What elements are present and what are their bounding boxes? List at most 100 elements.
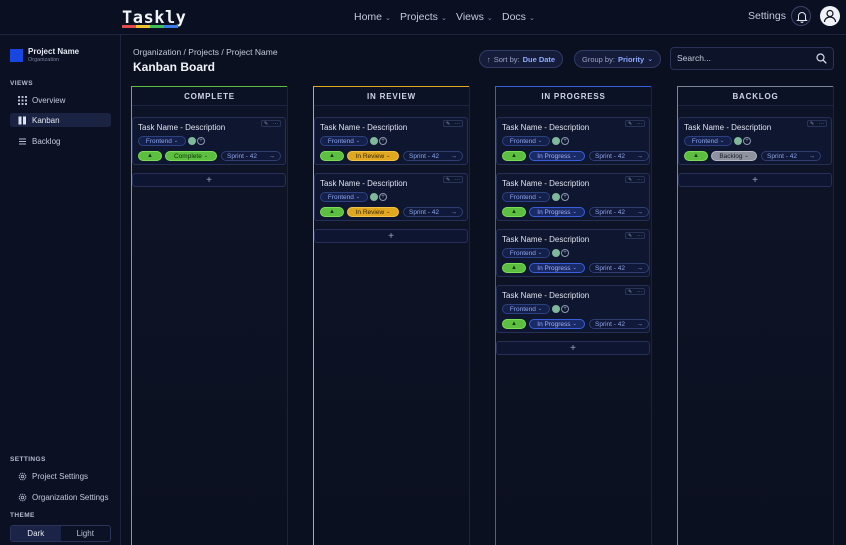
task-title[interactable]: Task Name - Description bbox=[138, 123, 225, 132]
more-icon[interactable]: ··· bbox=[637, 233, 642, 239]
more-icon[interactable]: ··· bbox=[455, 121, 460, 127]
add-assignee-icon[interactable]: + bbox=[561, 193, 569, 201]
sprint-chip[interactable]: Sprint - 42 → bbox=[589, 319, 649, 329]
card-tools[interactable]: ✎ ··· bbox=[625, 232, 645, 239]
priority-chip[interactable]: ▲ bbox=[138, 151, 162, 161]
task-card[interactable]: Task Name - Description ✎ ··· Frontend ⌄ +… bbox=[314, 173, 468, 221]
tag-chip[interactable]: Frontend ⌄ bbox=[684, 136, 732, 146]
task-card[interactable]: Task Name - Description ✎ ··· Frontend ⌄ +… bbox=[496, 173, 650, 221]
task-title[interactable]: Task Name - Description bbox=[502, 235, 589, 244]
priority-chip[interactable]: ▲ bbox=[320, 151, 344, 161]
add-assignee-icon[interactable]: + bbox=[561, 137, 569, 145]
edit-icon[interactable]: ✎ bbox=[628, 121, 632, 127]
task-title[interactable]: Task Name - Description bbox=[502, 123, 589, 132]
more-icon[interactable]: ··· bbox=[273, 121, 278, 127]
card-tools[interactable]: ✎ ··· bbox=[443, 120, 463, 127]
sprint-chip[interactable]: Sprint - 42 → bbox=[589, 151, 649, 161]
task-card[interactable]: Task Name - Description ✎ ··· Frontend ⌄ +… bbox=[678, 117, 832, 165]
assignee-avatar[interactable] bbox=[734, 137, 742, 145]
nav-projects[interactable]: Projects ⌄ bbox=[400, 11, 447, 23]
priority-chip[interactable]: ▲ bbox=[502, 263, 526, 273]
task-card[interactable]: Task Name - Description ✎ ··· Frontend ⌄ +… bbox=[314, 117, 468, 165]
status-chip[interactable]: In Progress ⌄ bbox=[529, 263, 585, 273]
add-assignee-icon[interactable]: + bbox=[561, 249, 569, 257]
status-chip[interactable]: Backlog ⌄ bbox=[711, 151, 757, 161]
tag-chip[interactable]: Frontend ⌄ bbox=[320, 136, 368, 146]
assignee-avatar[interactable] bbox=[552, 137, 560, 145]
edit-icon[interactable]: ✎ bbox=[628, 289, 632, 295]
column-header[interactable]: BACKLOG bbox=[678, 86, 833, 106]
task-title[interactable]: Task Name - Description bbox=[320, 179, 407, 188]
column-header[interactable]: IN REVIEW bbox=[314, 86, 469, 106]
sidebar-item-backlog[interactable]: Backlog bbox=[10, 134, 111, 148]
edit-icon[interactable]: ✎ bbox=[628, 177, 632, 183]
edit-icon[interactable]: ✎ bbox=[810, 121, 814, 127]
status-chip[interactable]: In Review ⌄ bbox=[347, 151, 399, 161]
search-input[interactable] bbox=[677, 53, 807, 63]
task-card[interactable]: Task Name - Description ✎ ··· Frontend ⌄ +… bbox=[496, 285, 650, 333]
sprint-chip[interactable]: Sprint - 42 → bbox=[761, 151, 821, 161]
card-tools[interactable]: ✎ ··· bbox=[625, 288, 645, 295]
sprint-chip[interactable]: Sprint - 42 → bbox=[589, 263, 649, 273]
tag-chip[interactable]: Frontend ⌄ bbox=[502, 192, 550, 202]
project-name[interactable]: Project Name bbox=[28, 47, 79, 56]
status-chip[interactable]: In Progress ⌄ bbox=[529, 151, 585, 161]
status-chip[interactable]: Complete ⌄ bbox=[165, 151, 217, 161]
sprint-chip[interactable]: Sprint - 42 → bbox=[403, 207, 463, 217]
sort-button[interactable]: ↑ Sort by: Due Date bbox=[479, 50, 564, 68]
sprint-chip[interactable]: Sprint - 42 → bbox=[403, 151, 463, 161]
user-avatar-button[interactable] bbox=[820, 6, 840, 26]
group-button[interactable]: Group by: Priority ⌄ bbox=[574, 50, 662, 68]
task-title[interactable]: Task Name - Description bbox=[684, 123, 771, 132]
theme-dark-button[interactable]: Dark bbox=[11, 526, 61, 541]
search-icon[interactable] bbox=[816, 53, 827, 64]
assignee-avatar[interactable] bbox=[552, 249, 560, 257]
card-tools[interactable]: ✎ ··· bbox=[807, 120, 827, 127]
card-tools[interactable]: ✎ ··· bbox=[443, 176, 463, 183]
status-chip[interactable]: In Progress ⌄ bbox=[529, 319, 585, 329]
more-icon[interactable]: ··· bbox=[819, 121, 824, 127]
sidebar-item-kanban[interactable]: Kanban bbox=[10, 113, 111, 127]
add-task-button[interactable]: + bbox=[496, 341, 650, 355]
priority-chip[interactable]: ▲ bbox=[502, 319, 526, 329]
column-header[interactable]: IN PROGRESS bbox=[496, 86, 651, 106]
task-card[interactable]: Task Name - Description ✎ ··· Frontend ⌄ +… bbox=[132, 117, 286, 165]
sidebar-item-organization-settings[interactable]: Organization Settings bbox=[10, 490, 111, 504]
more-icon[interactable]: ··· bbox=[637, 289, 642, 295]
assignee-avatar[interactable] bbox=[552, 193, 560, 201]
add-task-button[interactable]: + bbox=[678, 173, 832, 187]
sprint-chip[interactable]: Sprint - 42 → bbox=[589, 207, 649, 217]
nav-docs[interactable]: Docs ⌄ bbox=[502, 11, 535, 23]
more-icon[interactable]: ··· bbox=[455, 177, 460, 183]
notifications-button[interactable] bbox=[791, 6, 811, 26]
task-title[interactable]: Task Name - Description bbox=[502, 179, 589, 188]
tag-chip[interactable]: Frontend ⌄ bbox=[138, 136, 186, 146]
more-icon[interactable]: ··· bbox=[637, 177, 642, 183]
priority-chip[interactable]: ▲ bbox=[502, 207, 526, 217]
priority-chip[interactable]: ▲ bbox=[502, 151, 526, 161]
add-assignee-icon[interactable]: + bbox=[561, 305, 569, 313]
card-tools[interactable]: ✎ ··· bbox=[625, 176, 645, 183]
edit-icon[interactable]: ✎ bbox=[264, 121, 268, 127]
add-assignee-icon[interactable]: + bbox=[743, 137, 751, 145]
card-tools[interactable]: ✎ ··· bbox=[261, 120, 281, 127]
status-chip[interactable]: In Progress ⌄ bbox=[529, 207, 585, 217]
sidebar-item-project-settings[interactable]: Project Settings bbox=[10, 469, 111, 483]
priority-chip[interactable]: ▲ bbox=[684, 151, 708, 161]
assignee-avatar[interactable] bbox=[370, 193, 378, 201]
card-tools[interactable]: ✎ ··· bbox=[625, 120, 645, 127]
assignee-avatar[interactable] bbox=[552, 305, 560, 313]
edit-icon[interactable]: ✎ bbox=[446, 177, 450, 183]
add-assignee-icon[interactable]: + bbox=[379, 193, 387, 201]
assignee-avatar[interactable] bbox=[370, 137, 378, 145]
sprint-chip[interactable]: Sprint - 42 → bbox=[221, 151, 281, 161]
assignee-avatar[interactable] bbox=[188, 137, 196, 145]
add-task-button[interactable]: + bbox=[314, 229, 468, 243]
tag-chip[interactable]: Frontend ⌄ bbox=[502, 248, 550, 258]
sidebar-item-overview[interactable]: Overview bbox=[10, 93, 111, 107]
nav-views[interactable]: Views ⌄ bbox=[456, 11, 493, 23]
column-header[interactable]: COMPLETE bbox=[132, 86, 287, 106]
tag-chip[interactable]: Frontend ⌄ bbox=[320, 192, 368, 202]
add-task-button[interactable]: + bbox=[132, 173, 286, 187]
task-card[interactable]: Task Name - Description ✎ ··· Frontend ⌄ +… bbox=[496, 117, 650, 165]
